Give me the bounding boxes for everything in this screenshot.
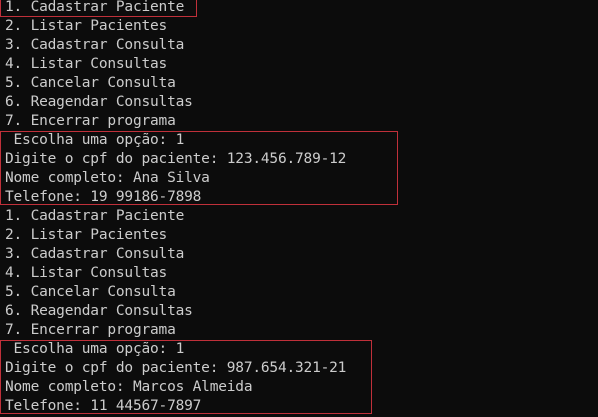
menu-option-list-appointments: 4. Listar Consultas [5,56,168,72]
terminal-window[interactable]: 1. Cadastrar Paciente 2. Listar Paciente… [0,0,598,417]
menu-option-cancel-appointment: 5. Cancelar Consulta [5,284,176,300]
menu-option-list-patients: 2. Listar Pacientes [5,227,168,243]
menu-option-list-appointments: 4. Listar Consultas [5,265,168,281]
menu-option-reschedule-appointments: 6. Reagendar Consultas [5,94,193,110]
menu-option-exit: 7. Encerrar programa [5,322,176,338]
option-prompt: Escolha uma opção: 1 [5,341,185,357]
menu-option-list-patients: 2. Listar Pacientes [5,18,168,34]
menu-option-register-appointment: 3. Cadastrar Consulta [5,246,185,262]
menu-option-exit: 7. Encerrar programa [5,113,176,129]
cpf-prompt: Digite o cpf do paciente: 123.456.789-12 [5,151,347,167]
menu-option-register-patient: 1. Cadastrar Paciente [5,208,185,224]
phone-prompt: Telefone: 19 99186-7898 [5,189,202,205]
option-prompt: Escolha uma opção: 1 [5,132,185,148]
cpf-prompt: Digite o cpf do paciente: 987.654.321-21 [5,360,347,376]
phone-prompt: Telefone: 11 44567-7897 [5,398,202,414]
menu-option-cancel-appointment: 5. Cancelar Consulta [5,75,176,91]
menu-option-register-patient: 1. Cadastrar Paciente [5,0,185,15]
menu-option-register-appointment: 3. Cadastrar Consulta [5,37,185,53]
name-prompt: Nome completo: Ana Silva [5,170,210,186]
name-prompt: Nome completo: Marcos Almeida [5,379,253,395]
menu-option-reschedule-appointments: 6. Reagendar Consultas [5,303,193,319]
